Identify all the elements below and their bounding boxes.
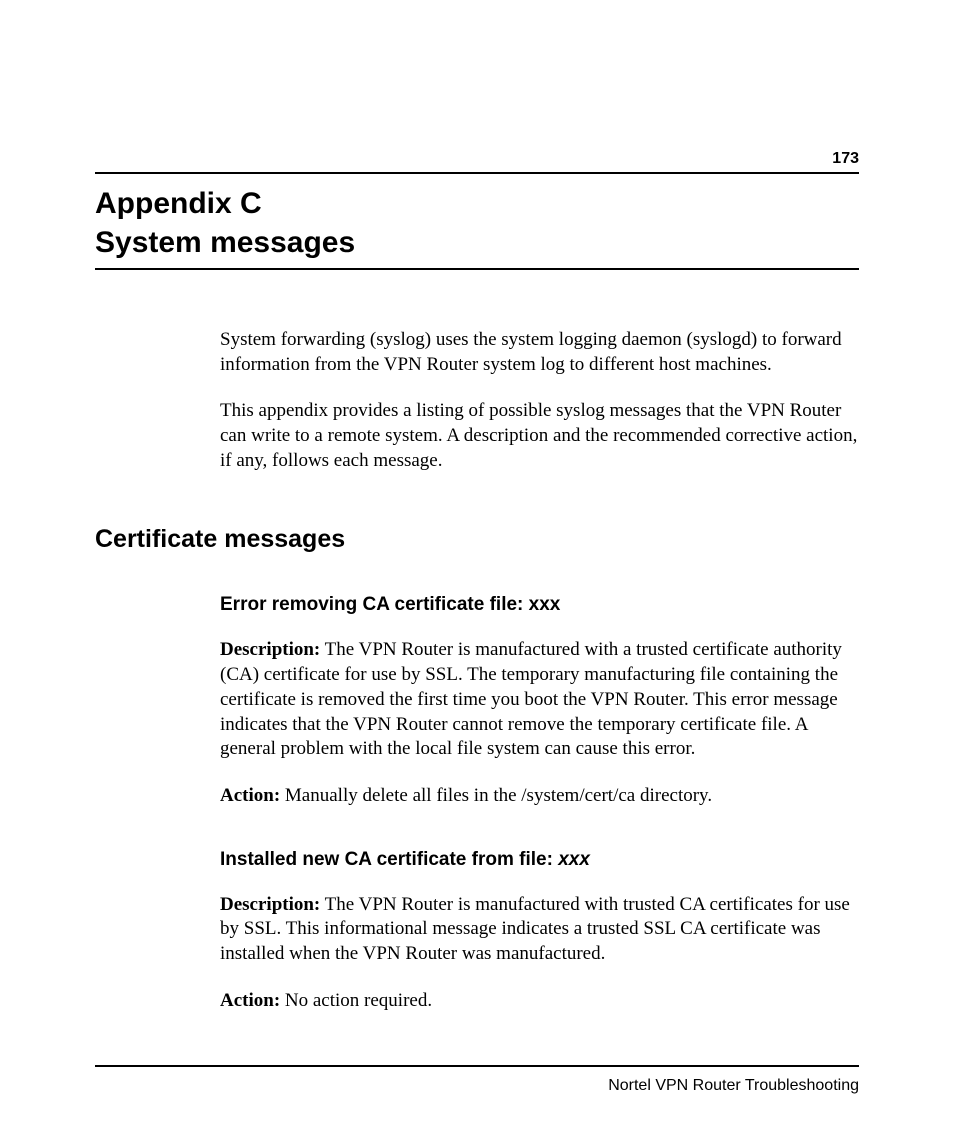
message-title: Installed new CA certificate from file: … [220, 849, 859, 871]
message-action: Action: Manually delete all files in the… [220, 784, 859, 809]
footer-divider [95, 1065, 859, 1067]
page-number: 173 [832, 150, 859, 168]
message-title: Error removing CA certificate file: xxx [220, 594, 859, 616]
page: 173 Appendix C System messages System fo… [0, 0, 954, 1145]
intro-block: System forwarding (syslog) uses the syst… [220, 328, 859, 473]
message-title-italic: xxx [558, 849, 590, 870]
top-divider [95, 172, 859, 174]
message-block: Error removing CA certificate file: xxx … [220, 594, 859, 808]
message-action: Action: No action required. [220, 989, 859, 1014]
title-line-1: Appendix C [95, 187, 262, 220]
title-line-2: System messages [95, 226, 355, 259]
title-divider [95, 268, 859, 270]
message-block: Installed new CA certificate from file: … [220, 849, 859, 1014]
message-description: Description: The VPN Router is manufactu… [220, 893, 859, 967]
description-label: Description: [220, 894, 320, 915]
description-label: Description: [220, 639, 320, 660]
intro-paragraph-1: System forwarding (syslog) uses the syst… [220, 328, 859, 377]
appendix-title: Appendix C System messages [95, 184, 859, 262]
action-label: Action: [220, 785, 280, 806]
action-label: Action: [220, 990, 280, 1011]
action-text: No action required. [280, 990, 432, 1011]
message-title-text: Installed new CA certificate from file: [220, 849, 558, 870]
footer-text: Nortel VPN Router Troubleshooting [608, 1077, 859, 1095]
intro-paragraph-2: This appendix provides a listing of poss… [220, 399, 859, 473]
message-title-text: Error removing CA certificate file: xxx [220, 594, 560, 615]
action-text: Manually delete all files in the /system… [280, 785, 712, 806]
message-description: Description: The VPN Router is manufactu… [220, 638, 859, 761]
section-title: Certificate messages [95, 525, 859, 554]
